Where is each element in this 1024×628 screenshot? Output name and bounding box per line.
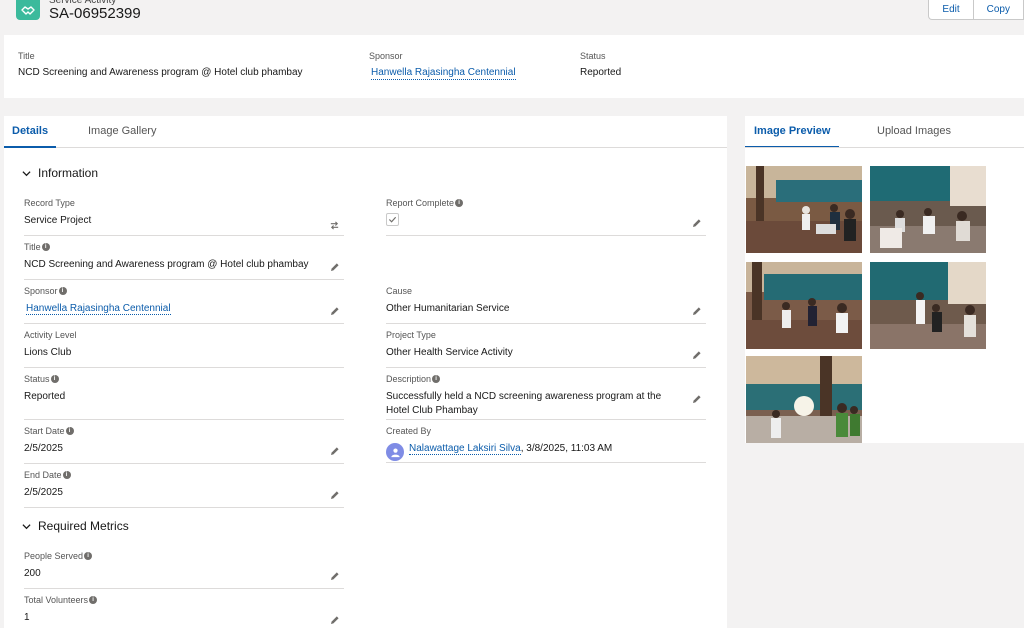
tab-details[interactable]: Details (4, 116, 57, 148)
highlight-sponsor-link[interactable]: Hanwella Rajasingha Centennial (371, 67, 516, 80)
section-required-metrics[interactable]: Required Metrics (22, 519, 129, 533)
cause-label: Cause (386, 286, 413, 296)
activity-level-label: Activity Level (24, 330, 77, 340)
total-volunteers-label: Total Volunteers (24, 595, 89, 605)
pencil-icon[interactable] (692, 306, 702, 316)
chevron-down-icon (22, 170, 31, 176)
image-thumbnail[interactable] (870, 166, 986, 253)
change-record-type-icon[interactable] (329, 220, 340, 231)
highlight-title-value: NCD Screening and Awareness program @ Ho… (18, 67, 303, 78)
highlight-sponsor: Sponsor Hanwella Rajasingha Centennial (369, 51, 516, 80)
field-project-type: Project Type Other Health Service Activi… (386, 324, 706, 368)
image-panel: Image Preview Upload Images (745, 116, 1024, 443)
title-label: Title (24, 242, 41, 252)
field-people-served: People Served i 200 (24, 545, 344, 589)
description-label: Description (386, 374, 432, 384)
edit-button[interactable]: Edit (928, 0, 974, 20)
start-date-value: 2/5/2025 (24, 443, 63, 454)
sponsor-label: Sponsor (24, 286, 58, 296)
status-value: Reported (24, 391, 66, 402)
details-panel: Details Image Gallery Information Record… (4, 116, 727, 628)
info-icon[interactable]: i (84, 552, 93, 560)
field-description: Description i Successfully held a NCD scr… (386, 368, 706, 420)
section-information[interactable]: Information (22, 166, 98, 180)
pencil-icon[interactable] (330, 262, 340, 272)
image-thumbnail[interactable] (746, 356, 862, 443)
handshake-icon (16, 0, 40, 20)
section-metrics-label: Required Metrics (38, 519, 129, 533)
activity-level-value: Lions Club (24, 347, 72, 358)
highlight-status: Status Reported (580, 51, 621, 78)
record-type-value: Service Project (24, 215, 92, 226)
highlights-panel: Title NCD Screening and Awareness progra… (4, 35, 1024, 98)
field-sponsor: Sponsor i Hanwella Rajasingha Centennial (24, 280, 344, 324)
highlight-status-value: Reported (580, 67, 622, 78)
image-thumbnail[interactable] (746, 262, 862, 349)
start-date-label: Start Date (24, 426, 65, 436)
check-icon (388, 216, 397, 223)
copy-button[interactable]: Copy (973, 0, 1024, 20)
field-report-complete: Report Complete i (386, 192, 706, 236)
field-record-type: Record Type Service Project (24, 192, 344, 236)
pencil-icon[interactable] (330, 306, 340, 316)
field-cause: Cause Other Humanitarian Service (386, 280, 706, 324)
people-served-label: People Served (24, 551, 84, 561)
info-icon[interactable]: i (58, 287, 67, 295)
field-status: Status i Reported (24, 368, 344, 420)
field-end-date: End Date i 2/5/2025 (24, 464, 344, 508)
pencil-icon[interactable] (330, 446, 340, 456)
info-icon[interactable]: i (432, 375, 441, 383)
highlight-status-label: Status (580, 51, 606, 61)
sponsor-link[interactable]: Hanwella Rajasingha Centennial (26, 303, 171, 315)
info-icon[interactable]: i (455, 199, 464, 207)
tab-image-preview[interactable]: Image Preview (745, 116, 840, 148)
field-activity-level: Activity Level Lions Club (24, 324, 344, 368)
created-by-user-link[interactable]: Nalawattage Laksiri Silva (409, 443, 521, 455)
chevron-down-icon (22, 523, 31, 529)
info-icon[interactable]: i (41, 243, 50, 251)
pencil-icon[interactable] (692, 218, 702, 228)
report-complete-checkbox[interactable] (386, 213, 399, 226)
report-complete-label: Report Complete (386, 198, 455, 208)
pencil-icon[interactable] (692, 350, 702, 360)
image-thumbnail[interactable] (746, 166, 862, 253)
record-type-label: Record Type (24, 198, 75, 208)
created-by-timestamp: , 3/8/2025, 11:03 AM (520, 443, 613, 454)
pencil-icon[interactable] (330, 571, 340, 581)
info-icon[interactable]: i (50, 375, 59, 383)
tab-image-gallery[interactable]: Image Gallery (88, 116, 156, 148)
pencil-icon[interactable] (330, 615, 340, 625)
info-icon[interactable]: i (62, 471, 71, 479)
field-start-date: Start Date i 2/5/2025 (24, 420, 344, 464)
field-title: Title i NCD Screening and Awareness progr… (24, 236, 344, 280)
pencil-icon[interactable] (330, 490, 340, 500)
header-actions: Edit Copy (928, 0, 1024, 20)
info-icon[interactable]: i (89, 596, 98, 604)
tab-upload-images[interactable]: Upload Images (877, 116, 951, 148)
highlight-sponsor-label: Sponsor (369, 51, 403, 61)
project-type-value: Other Health Service Activity (386, 347, 513, 358)
highlight-title: Title NCD Screening and Awareness progra… (18, 51, 303, 78)
status-label: Status (24, 374, 50, 384)
record-name: SA-06952399 (49, 5, 141, 22)
cause-value: Other Humanitarian Service (386, 303, 510, 314)
detail-tabs: Details Image Gallery (4, 116, 727, 148)
total-volunteers-value: 1 (24, 612, 30, 623)
record-header: Service Activity SA-06952399 Edit Copy (0, 0, 1024, 34)
user-avatar-icon[interactable] (386, 443, 404, 461)
end-date-label: End Date (24, 470, 62, 480)
section-information-label: Information (38, 166, 99, 180)
description-value: Successfully held a NCD screening awaren… (386, 391, 662, 416)
image-thumbnail[interactable] (870, 262, 986, 349)
project-type-label: Project Type (386, 330, 436, 340)
title-value: NCD Screening and Awareness program @ Ho… (24, 259, 309, 270)
highlight-title-label: Title (18, 51, 35, 61)
field-total-volunteers: Total Volunteers i 1 (24, 589, 344, 628)
field-created-by: Created By Nalawattage Laksiri Silva, 3/… (386, 420, 706, 463)
people-served-value: 200 (24, 568, 41, 579)
info-icon[interactable]: i (65, 427, 74, 435)
end-date-value: 2/5/2025 (24, 487, 63, 498)
pencil-icon[interactable] (692, 394, 702, 404)
created-by-label: Created By (386, 426, 432, 436)
